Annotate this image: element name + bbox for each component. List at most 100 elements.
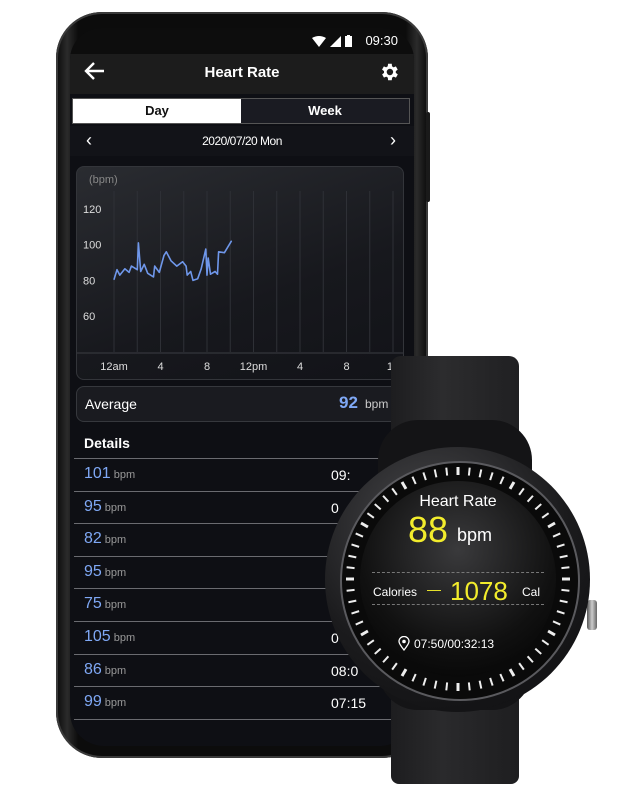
data-point: [218, 251, 220, 253]
data-point: [140, 270, 142, 273]
detail-value: 95 bpm: [84, 563, 126, 581]
bezel-tick: [478, 469, 483, 478]
bezel-tick: [508, 481, 516, 490]
data-point: [223, 252, 226, 254]
bezel-tick: [467, 682, 471, 691]
divider: [372, 572, 544, 573]
data-point: [128, 271, 130, 273]
data-point: [163, 254, 165, 256]
bezel-tick: [534, 647, 542, 655]
calories-label: Calories: [373, 585, 418, 599]
data-point: [181, 261, 184, 263]
data-point: [158, 271, 160, 273]
data-point: [230, 240, 233, 242]
detail-time: 08:0: [331, 662, 359, 679]
bezel-tick: [499, 476, 505, 485]
chart-svg: (bpm) 120 100 80 60 12am 4 8 12pm 4 8 12: [77, 174, 403, 373]
status-bar: 09:30: [70, 28, 414, 54]
data-point: [119, 274, 121, 276]
details-heading: Details: [84, 435, 130, 451]
calories-dash: —: [427, 581, 441, 597]
data-point: [143, 263, 145, 265]
detail-unit: bpm: [113, 469, 136, 481]
phone-screen: 09:30 Heart Rate Day Week ‹ 2020/07/20 M…: [70, 28, 414, 746]
detail-bpm-number: 105: [84, 627, 111, 645]
detail-row[interactable]: 101 bpm 09:: [74, 458, 414, 491]
bezel-tick: [561, 588, 570, 592]
watch-title: Heart Rate: [419, 493, 497, 510]
bezel-tick: [445, 682, 449, 691]
bezel-tick: [445, 467, 449, 476]
heart-rate-chart: (bpm) 120 100 80 60 12am 4 8 12pm 4 8 12: [76, 166, 404, 380]
data-point: [214, 270, 216, 273]
location-pin-icon: [398, 636, 410, 651]
bezel-tick: [526, 655, 534, 663]
detail-time: 09:: [331, 467, 351, 483]
average-unit: bpm: [365, 397, 389, 411]
detail-value: 82 bpm: [84, 530, 126, 548]
detail-bpm-number: 75: [84, 595, 102, 613]
phone-side-button: [426, 112, 430, 202]
bezel-tick: [489, 677, 494, 686]
average-value: 92: [339, 393, 358, 412]
data-point: [200, 268, 202, 270]
bezel-tick: [508, 668, 516, 677]
divider: [372, 604, 544, 605]
settings-button[interactable]: [378, 61, 400, 88]
gear-icon: [382, 63, 398, 81]
data-point: [165, 251, 167, 253]
detail-value: 95 bpm: [84, 498, 126, 516]
bezel-tick: [547, 629, 556, 637]
current-date: 2020/07/20 Mon: [202, 134, 282, 148]
watch-hr-unit: bpm: [457, 525, 493, 545]
bezel-tick: [552, 620, 561, 626]
calories-unit: Cal: [522, 585, 541, 599]
x-tick-label: 12: [387, 361, 399, 373]
x-tick-label: 4: [297, 361, 303, 373]
detail-row[interactable]: 99 bpm 07:15: [74, 686, 414, 720]
detail-row[interactable]: 86 bpm 08:0: [74, 653, 414, 687]
next-date-button[interactable]: ›: [390, 130, 396, 151]
y-tick-label: 80: [83, 275, 95, 287]
detail-value: 105 bpm: [84, 628, 135, 646]
data-point: [209, 273, 212, 275]
detail-time: 0: [331, 629, 339, 646]
heart-rate-line: [113, 240, 233, 282]
x-tick-label: 12am: [100, 361, 128, 373]
average-label: Average: [85, 396, 137, 412]
bezel-tick: [552, 532, 561, 538]
bezel-tick: [547, 521, 556, 529]
x-tick-label: 12pm: [240, 361, 268, 373]
data-point: [113, 278, 115, 281]
y-tick-label: 60: [83, 311, 95, 323]
detail-unit: bpm: [104, 566, 127, 579]
data-point: [116, 269, 118, 271]
data-point: [190, 270, 192, 273]
data-point: [147, 272, 149, 274]
bezel-tick: [518, 662, 525, 671]
bezel-tick: [467, 467, 471, 476]
bezel-tick: [478, 680, 483, 689]
detail-value: 75 bpm: [84, 595, 126, 613]
y-tick-label: 100: [83, 240, 101, 252]
detail-unit: bpm: [104, 501, 127, 514]
bezel-tick: [433, 469, 438, 478]
tab-day[interactable]: Day: [73, 99, 241, 123]
bezel-tick: [489, 472, 494, 481]
tab-week[interactable]: Week: [241, 99, 409, 123]
bezel-tick: [559, 554, 568, 559]
detail-row[interactable]: 105 bpm 0: [74, 620, 414, 654]
data-point: [152, 276, 155, 278]
detail-time: 0: [331, 499, 339, 516]
y-axis-label: (bpm): [89, 174, 118, 186]
detail-bpm-number: 99: [84, 693, 102, 711]
detail-bpm-number: 101: [84, 465, 111, 482]
bezel-tick: [556, 610, 565, 615]
wifi-icon: [312, 35, 326, 47]
bezel-tick: [433, 680, 438, 689]
data-point: [170, 260, 172, 262]
bezel-tick: [559, 599, 568, 604]
detail-value: 86 bpm: [84, 661, 126, 679]
bezel-tick: [541, 512, 550, 519]
app-bar: Heart Rate: [70, 54, 414, 94]
